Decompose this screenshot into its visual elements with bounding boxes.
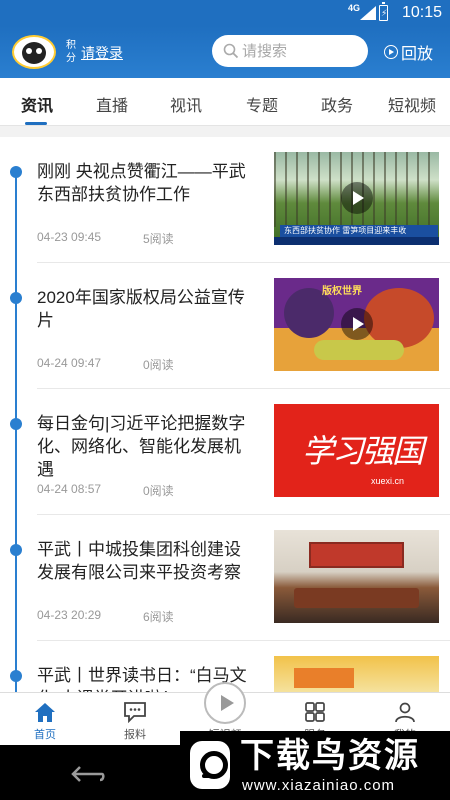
news-thumbnail[interactable] [274, 530, 439, 623]
thumbnail-caption: 版权世界 [322, 286, 362, 297]
status-bar: 4G ⚡ 10:15 [0, 0, 450, 26]
category-tabs: 资讯 直播 视讯 专题 政务 短视频 [0, 78, 450, 126]
thumbnail-subcaption: xuexi.cn [371, 476, 405, 486]
network-type: 4G [347, 3, 360, 13]
news-thumbnail[interactable]: 学习强国 xuexi.cn [274, 404, 439, 497]
read-count: 6阅读 [143, 610, 174, 624]
nav-report-label: 报料 [124, 729, 146, 741]
search-box[interactable] [212, 35, 368, 67]
news-thumbnail[interactable]: 东西部扶贫协作 雷笋项目迎来丰收 [274, 152, 439, 245]
news-date: 04-24 08:57 [37, 482, 102, 496]
watermark-title: 下载鸟资源 [240, 737, 420, 775]
search-icon [223, 43, 239, 59]
tab-live[interactable]: 直播 [96, 92, 128, 116]
play-icon[interactable] [341, 308, 373, 340]
play-circle-icon [384, 45, 398, 59]
play-icon[interactable] [341, 182, 373, 214]
back-icon[interactable] [68, 764, 106, 784]
clock: 10:15 [401, 4, 442, 21]
tab-short-video[interactable]: 短视频 [388, 92, 436, 116]
play-circle-icon[interactable] [204, 682, 246, 724]
person-icon [395, 702, 415, 723]
thumbnail-caption: 学习强国 [302, 432, 424, 470]
watermark: 下载鸟资源 www.xiazainiao.com [180, 731, 450, 800]
news-title[interactable]: 平武丨中城投集团科创建设发展有限公司来平投资考察 [37, 538, 255, 584]
chat-report-icon [124, 702, 146, 723]
signal-icon [360, 6, 376, 20]
watermark-url: www.xiazainiao.com [242, 777, 396, 794]
grid-service-icon [305, 702, 325, 722]
timeline-dot [10, 166, 22, 178]
battery-charging-icon: ⚡ [379, 2, 388, 21]
timeline-dot [10, 292, 22, 304]
tab-news[interactable]: 资讯 [21, 92, 53, 116]
news-title[interactable]: 刚刚 央视点赞衢江——平武东西部扶贫协作工作 [37, 160, 255, 206]
read-count: 5阅读 [143, 232, 174, 246]
news-title[interactable]: 2020年国家版权局公益宣传片 [37, 286, 255, 332]
replay-button[interactable]: 回放 [384, 40, 433, 64]
home-icon [35, 703, 55, 722]
read-count: 0阅读 [143, 358, 174, 372]
timeline-dot [10, 418, 22, 430]
panda-logo-icon[interactable] [12, 35, 56, 69]
nav-home[interactable]: 首页 [0, 693, 90, 746]
active-tab-indicator [25, 122, 47, 125]
news-title[interactable]: 每日金句|习近平论把握数字化、网络化、智能化发展机遇 [37, 412, 255, 481]
tab-video[interactable]: 视讯 [170, 92, 202, 116]
news-item[interactable]: 平武丨中城投集团科创建设发展有限公司来平投资考察 04-23 20:29 6阅读 [0, 504, 450, 641]
nav-home-label: 首页 [34, 729, 56, 741]
tab-topics[interactable]: 专题 [246, 92, 278, 116]
tab-government[interactable]: 政务 [321, 92, 353, 116]
thumbnail-caption: 东西部扶贫协作 雷笋项目迎来丰收 [280, 225, 438, 237]
timeline-dot [10, 544, 22, 556]
app-header: 积分 请登录 回放 [0, 26, 450, 78]
news-date: 04-23 20:29 [37, 608, 102, 622]
points-label: 积分 [66, 40, 76, 64]
news-item[interactable]: 每日金句|习近平论把握数字化、网络化、智能化发展机遇 04-24 08:57 0… [0, 378, 450, 515]
news-date: 04-24 09:47 [37, 356, 102, 370]
news-feed[interactable]: 刚刚 央视点赞衢江——平武东西部扶贫协作工作 04-23 09:45 5阅读 东… [0, 126, 450, 692]
timeline-dot [10, 670, 22, 682]
read-count: 0阅读 [143, 484, 174, 498]
news-item[interactable]: 2020年国家版权局公益宣传片 04-24 09:47 0阅读 版权世界 [0, 252, 450, 389]
search-input[interactable] [242, 41, 362, 61]
news-thumbnail[interactable]: 版权世界 [274, 278, 439, 371]
news-item[interactable]: 刚刚 央视点赞衢江——平武东西部扶贫协作工作 04-23 09:45 5阅读 东… [0, 126, 450, 263]
login-link[interactable]: 请登录 [81, 43, 123, 63]
replay-label: 回放 [401, 46, 434, 63]
news-date: 04-23 09:45 [37, 230, 102, 244]
news-thumbnail[interactable] [274, 656, 439, 692]
nav-report[interactable]: 报料 [90, 693, 180, 746]
watermark-logo-icon [190, 741, 230, 789]
